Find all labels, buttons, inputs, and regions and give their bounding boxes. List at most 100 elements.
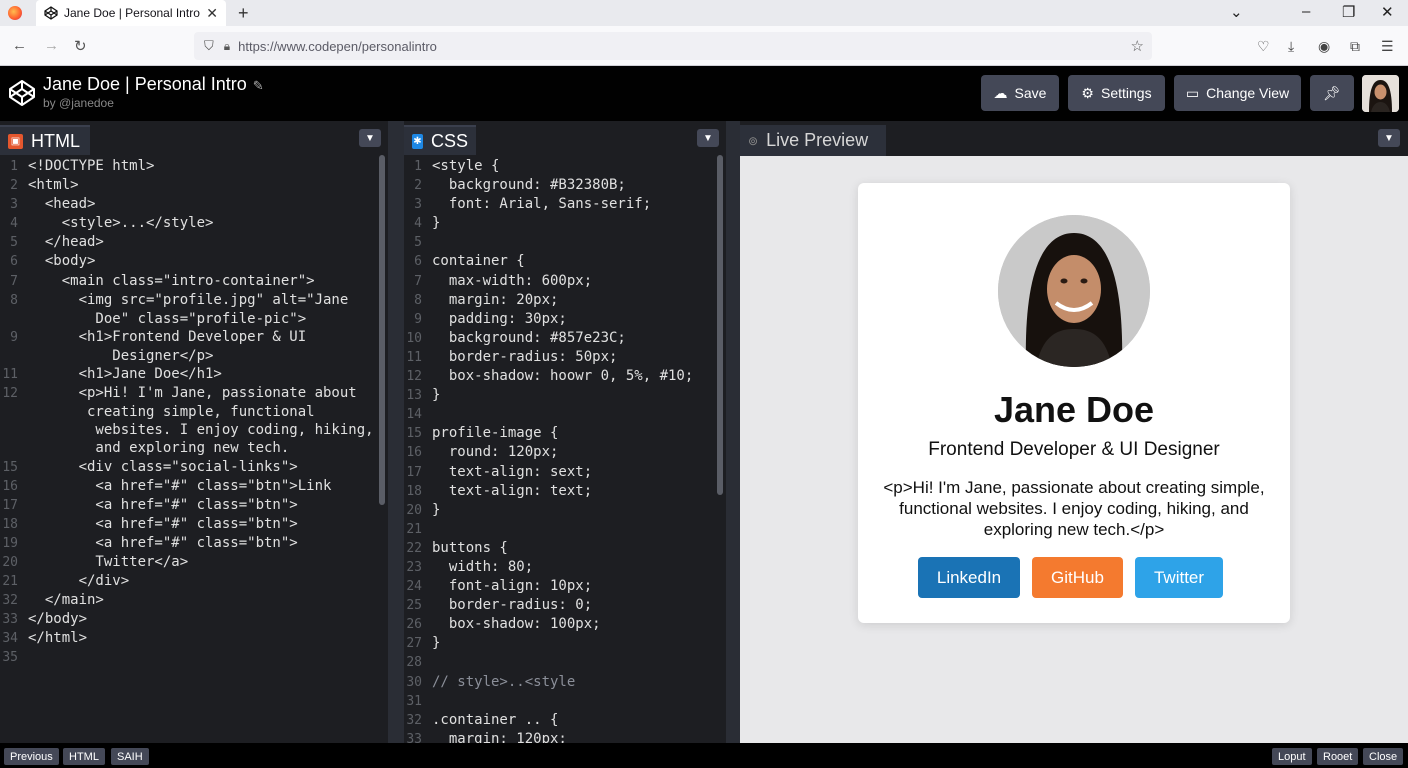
- preview-menu-toggle[interactable]: ▼: [1378, 129, 1400, 147]
- css-code-line[interactable]: 1 <style {: [404, 157, 726, 176]
- minimize-icon[interactable]: –: [1302, 3, 1310, 20]
- html-code-line[interactable]: 9 <h1>Frontend Developer & UI Designer</…: [0, 328, 388, 365]
- forward-icon[interactable]: →: [44, 37, 59, 54]
- html-code-line[interactable]: 5 </head>: [0, 233, 388, 252]
- pencil-icon[interactable]: ✎: [253, 78, 264, 93]
- close-tab-icon[interactable]: ✕: [206, 5, 218, 22]
- css-code-line[interactable]: 24 font-align: 10px;: [404, 577, 726, 596]
- change-view-button[interactable]: ▭ Change View: [1174, 75, 1301, 111]
- pin-button[interactable]: 📌︎: [1310, 75, 1354, 111]
- new-tab-icon[interactable]: +: [238, 3, 249, 24]
- html-pane-menu-toggle[interactable]: ▼: [359, 129, 381, 147]
- css-code-line[interactable]: 4}: [404, 214, 726, 233]
- pen-title[interactable]: Jane Doe | Personal Intro ✎: [43, 74, 264, 95]
- css-code-line[interactable]: 20}: [404, 501, 726, 520]
- css-code-line[interactable]: 16 round: 120px;: [404, 443, 726, 462]
- html-css-resize-handle[interactable]: [388, 121, 404, 743]
- css-code-line[interactable]: 3 font: Arial, Sans-serif;: [404, 195, 726, 214]
- html-code-line[interactable]: 6 <body>: [0, 252, 388, 271]
- css-code-line[interactable]: 31: [404, 692, 726, 711]
- url-bar[interactable]: ⛉ 🔒︎ https://www.codepen/personalintro ☆: [194, 32, 1152, 60]
- html-editor-scrollbar[interactable]: [379, 155, 385, 505]
- css-code-line[interactable]: 13}: [404, 386, 726, 405]
- html-code-line[interactable]: 33 </body>: [0, 610, 388, 629]
- html-code-line[interactable]: 2 <html>: [0, 176, 388, 195]
- css-code-line[interactable]: 12 box-shadow: hoowr 0, 5%, #10;: [404, 367, 726, 386]
- html-code-editor[interactable]: 1 <!DOCTYPE html> 2 <html> 3 <head> 4 <style>…: [0, 157, 388, 743]
- html-code-line[interactable]: 12 <p>Hi! I'm Jane, passionate about cre…: [0, 384, 388, 457]
- css-code-line[interactable]: 18 text-align: text;: [404, 482, 726, 501]
- css-pane-menu-toggle[interactable]: ▼: [697, 129, 719, 147]
- html-code-line[interactable]: 18 <a href="#" class="btn">: [0, 515, 388, 534]
- html-code-line[interactable]: 4 <style>...</style>: [0, 214, 388, 233]
- user-avatar[interactable]: [1362, 75, 1399, 112]
- downloads-icon[interactable]: ⤓: [1288, 38, 1294, 55]
- css-code-line[interactable]: 6 container {: [404, 252, 726, 271]
- css-editor-scrollbar[interactable]: [717, 155, 723, 495]
- css-code-line[interactable]: 8 margin: 20px;: [404, 291, 726, 310]
- footer-html-button[interactable]: HTML: [63, 748, 105, 765]
- preview-tab[interactable]: ⊚ Live Preview: [740, 125, 886, 156]
- html-code-line[interactable]: 35: [0, 648, 388, 667]
- shield-icon[interactable]: ⛉: [204, 38, 214, 54]
- html-code-line[interactable]: 19 <a href="#" class="btn">: [0, 534, 388, 553]
- css-code-line[interactable]: 27}: [404, 634, 726, 653]
- css-code-line[interactable]: 22 buttons {: [404, 539, 726, 558]
- pocket-icon[interactable]: ♡: [1257, 38, 1270, 55]
- pen-author[interactable]: by @janedoe: [43, 96, 114, 110]
- menu-icon[interactable]: ☰: [1381, 38, 1394, 55]
- css-code-editor[interactable]: 1 <style {2 background: #B32380B; 3 font: …: [404, 157, 726, 743]
- css-code-line[interactable]: 30 // style>..<style: [404, 673, 726, 692]
- html-code-line[interactable]: 3 <head>: [0, 195, 388, 214]
- window-close-icon[interactable]: ✕: [1381, 3, 1394, 21]
- css-code-line[interactable]: 26 box-shadow: 100px;: [404, 615, 726, 634]
- html-code-line[interactable]: 8 <img src="profile.jpg" alt="Jane Doe" …: [0, 291, 388, 328]
- footer-lopout-button[interactable]: Loput: [1272, 748, 1312, 765]
- html-code-line[interactable]: 17 <a href="#" class="btn">: [0, 496, 388, 515]
- extensions-icon[interactable]: ⧉: [1350, 38, 1360, 55]
- html-code-line[interactable]: 16 <a href="#" class="btn">Link: [0, 477, 388, 496]
- save-button[interactable]: ☁ Save: [981, 75, 1059, 111]
- css-code-line[interactable]: 32 .container .. {: [404, 711, 726, 730]
- html-code-line[interactable]: 15 <div class="social-links">: [0, 458, 388, 477]
- html-code-line[interactable]: 21 </div>: [0, 572, 388, 591]
- css-code-line[interactable]: 10 background: #857e23C;: [404, 329, 726, 348]
- bookmark-star-icon[interactable]: ☆: [1131, 37, 1144, 55]
- linkedin-button[interactable]: LinkedIn: [918, 557, 1020, 598]
- html-code-line[interactable]: 32 </main>: [0, 591, 388, 610]
- settings-button[interactable]: ⚙ Settings: [1068, 75, 1165, 111]
- github-button[interactable]: GitHub: [1032, 557, 1123, 598]
- footer-close-button[interactable]: Close: [1363, 748, 1404, 765]
- codepen-logo-icon[interactable]: [8, 79, 36, 107]
- css-code-line[interactable]: 17 text-align: sext;: [404, 463, 726, 482]
- css-code-line[interactable]: 7 max-width: 600px;: [404, 272, 726, 291]
- list-tabs-icon[interactable]: ⌄: [1230, 3, 1243, 21]
- lock-icon[interactable]: 🔒︎: [224, 39, 230, 54]
- css-code-line[interactable]: 28: [404, 653, 726, 672]
- browser-tab[interactable]: Jane Doe | Personal Intro ✕: [36, 0, 226, 26]
- footer-rooet-button[interactable]: Rooet: [1317, 748, 1359, 765]
- reload-icon[interactable]: ↻: [74, 37, 87, 55]
- html-code-line[interactable]: 1 <!DOCTYPE html>: [0, 157, 388, 176]
- html-pane-header[interactable]: ▣ HTML: [0, 125, 90, 155]
- css-pane-header[interactable]: ✱ CSS: [404, 125, 476, 155]
- css-code-line[interactable]: 14: [404, 405, 726, 424]
- twitter-button[interactable]: Twitter: [1135, 557, 1223, 598]
- css-code-line[interactable]: 15 profile-image {: [404, 424, 726, 443]
- css-code-line[interactable]: 2 background: #B32380B;: [404, 176, 726, 195]
- footer-saih-button[interactable]: SAIH: [111, 748, 149, 765]
- css-code-line[interactable]: 5: [404, 233, 726, 252]
- account-icon[interactable]: ◉: [1318, 38, 1330, 55]
- html-code-line[interactable]: 34 </html>: [0, 629, 388, 648]
- footer-previous-button[interactable]: Previous: [4, 748, 59, 765]
- css-code-line[interactable]: 23 width: 80;: [404, 558, 726, 577]
- css-code-line[interactable]: 9 padding: 30px;: [404, 310, 726, 329]
- back-icon[interactable]: ←: [12, 37, 27, 54]
- css-code-line[interactable]: 21: [404, 520, 726, 539]
- css-code-line[interactable]: 25 border-radius: 0;: [404, 596, 726, 615]
- restore-icon[interactable]: ❐: [1342, 3, 1355, 21]
- css-code-line[interactable]: 11 border-radius: 50px;: [404, 348, 726, 367]
- html-code-line[interactable]: 7 <main class="intro-container">: [0, 272, 388, 291]
- css-code-line[interactable]: 33 margin: 120px;: [404, 730, 726, 743]
- html-code-line[interactable]: 20 Twitter</a>: [0, 553, 388, 572]
